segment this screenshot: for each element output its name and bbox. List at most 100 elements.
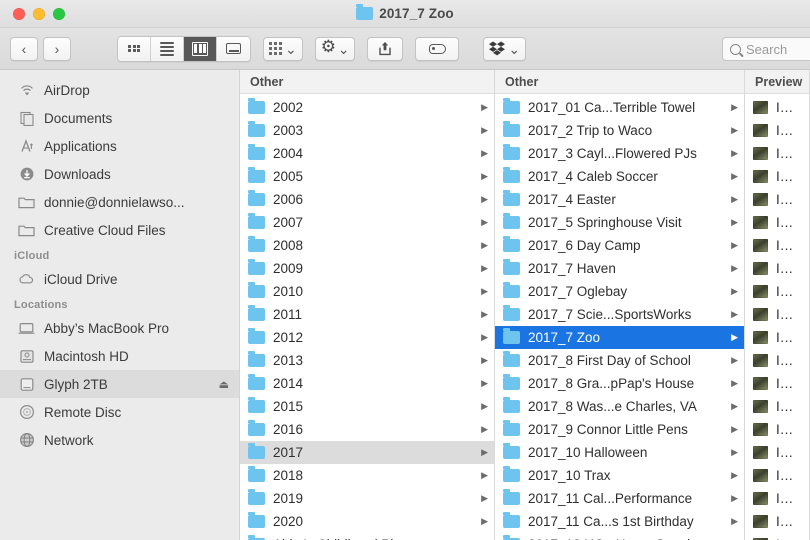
list-item[interactable]: 2010 ▶ — [240, 280, 494, 303]
sidebar-item-downloads[interactable]: Downloads — [0, 160, 239, 188]
list-item[interactable]: 2017_3 Cayl...Flowered PJs ▶ — [495, 142, 744, 165]
sidebar-item-glyph-2tb[interactable]: Glyph 2TB ⏏ — [0, 370, 239, 398]
list-item[interactable]: 2017_4 Easter ▶ — [495, 188, 744, 211]
list-item[interactable]: 2017_5 Springhouse Visit ▶ — [495, 211, 744, 234]
list-item[interactable]: 2019 ▶ — [240, 487, 494, 510]
action-menu-button[interactable]: ⌄ — [314, 36, 356, 61]
disclosure-arrow-icon[interactable]: ▶ — [481, 102, 488, 113]
dropbox-button[interactable]: ⌄ — [483, 36, 527, 61]
disclosure-arrow-icon[interactable]: ▶ — [731, 401, 738, 412]
list-item[interactable]: IMG_ — [745, 487, 809, 510]
sidebar-item-airdrop[interactable]: AirDrop — [0, 76, 239, 104]
list-item[interactable]: 2017_9 Connor Little Pens ▶ — [495, 418, 744, 441]
tag-button[interactable] — [415, 36, 460, 61]
disclosure-arrow-icon[interactable]: ▶ — [481, 125, 488, 136]
list-item[interactable]: IMG_ — [745, 464, 809, 487]
list-item[interactable]: IMG_ — [745, 142, 809, 165]
sidebar-item-remote-disc[interactable]: Remote Disc — [0, 398, 239, 426]
list-item[interactable]: IMG_ — [745, 418, 809, 441]
disclosure-arrow-icon[interactable]: ▶ — [481, 171, 488, 182]
group-by-button[interactable]: ⌄ — [263, 36, 303, 61]
list-item[interactable]: 2003 ▶ — [240, 119, 494, 142]
list-item[interactable]: IMG_ — [745, 510, 809, 533]
column-view-button[interactable] — [184, 36, 217, 61]
sidebar-item-creative-cloud-files[interactable]: Creative Cloud Files — [0, 216, 239, 244]
list-item[interactable]: IMG_ — [745, 211, 809, 234]
list-item[interactable]: 2007 ▶ — [240, 211, 494, 234]
disclosure-arrow-icon[interactable]: ▶ — [481, 516, 488, 527]
list-item[interactable]: 2017_6 Day Camp ▶ — [495, 234, 744, 257]
list-item[interactable]: IMG_ — [745, 326, 809, 349]
list-item[interactable]: 2017_7 Oglebay ▶ — [495, 280, 744, 303]
list-item[interactable]: IMG_ — [745, 349, 809, 372]
list-item[interactable]: IMG_ — [745, 96, 809, 119]
list-item[interactable]: IMG_ — [745, 441, 809, 464]
disclosure-arrow-icon[interactable]: ▶ — [731, 263, 738, 274]
disclosure-arrow-icon[interactable]: ▶ — [731, 516, 738, 527]
list-item[interactable]: IMG_ — [745, 533, 809, 540]
list-item[interactable]: 2020 ▶ — [240, 510, 494, 533]
list-item[interactable]: IMG_ — [745, 119, 809, 142]
list-item[interactable]: IMG_ — [745, 234, 809, 257]
eject-icon[interactable]: ⏏ — [219, 378, 229, 391]
sidebar-item-donnie-home[interactable]: donnie@donnielawso... — [0, 188, 239, 216]
list-item[interactable]: 2017_2 Trip to Waco ▶ — [495, 119, 744, 142]
column-2-list[interactable]: 2017_01 Ca...Terrible Towel ▶ 2017_2 Trip … — [495, 94, 744, 540]
disclosure-arrow-icon[interactable]: ▶ — [731, 194, 738, 205]
list-item[interactable]: 2014 ▶ — [240, 372, 494, 395]
list-item[interactable]: IMG_ — [745, 165, 809, 188]
sidebar-item-macintosh-hd[interactable]: Macintosh HD — [0, 342, 239, 370]
close-button[interactable] — [13, 7, 25, 20]
list-item[interactable]: 2009 ▶ — [240, 257, 494, 280]
disclosure-arrow-icon[interactable]: ▶ — [731, 286, 738, 297]
list-item[interactable]: 2018 ▶ — [240, 464, 494, 487]
disclosure-arrow-icon[interactable]: ▶ — [481, 263, 488, 274]
list-item[interactable]: 2017_4 Caleb Soccer ▶ — [495, 165, 744, 188]
disclosure-arrow-icon[interactable]: ▶ — [731, 447, 738, 458]
list-item[interactable]: 2017_12 HG...Home Seattle▶ — [495, 533, 744, 540]
list-item[interactable]: 2017_8 Gra...pPap's House ▶ — [495, 372, 744, 395]
disclosure-arrow-icon[interactable]: ▶ — [481, 148, 488, 159]
zoom-button[interactable] — [53, 7, 65, 20]
disclosure-arrow-icon[interactable]: ▶ — [731, 424, 738, 435]
disclosure-arrow-icon[interactable]: ▶ — [731, 148, 738, 159]
list-item[interactable]: 2017_7 Scie...SportsWorks ▶ — [495, 303, 744, 326]
back-button[interactable]: ‹ — [10, 36, 38, 61]
disclosure-arrow-icon[interactable]: ▶ — [731, 240, 738, 251]
gallery-view-button[interactable] — [217, 36, 250, 61]
list-item[interactable]: IMG_ — [745, 395, 809, 418]
disclosure-arrow-icon[interactable]: ▶ — [481, 286, 488, 297]
search-field[interactable]: Search — [722, 37, 810, 61]
list-item[interactable]: IMG_ — [745, 372, 809, 395]
list-item[interactable]: 2017_11 Ca...s 1st Birthday ▶ — [495, 510, 744, 533]
column-1-list[interactable]: 2002 ▶ 2003 ▶ 2004 ▶ 2005 ▶ 2006 ▶ 2007 ▶ 2008 ▶ 2009 ▶… — [240, 94, 494, 540]
list-item[interactable]: 2013 ▶ — [240, 349, 494, 372]
sidebar-item-applications[interactable]: Applications — [0, 132, 239, 160]
list-item[interactable]: 2017_7 Zoo ▶ — [495, 326, 744, 349]
list-item[interactable]: 2017 ▶ — [240, 441, 494, 464]
list-item[interactable]: 2017_10 Trax ▶ — [495, 464, 744, 487]
disclosure-arrow-icon[interactable]: ▶ — [481, 240, 488, 251]
share-button[interactable] — [367, 36, 404, 61]
disclosure-arrow-icon[interactable]: ▶ — [481, 378, 488, 389]
disclosure-arrow-icon[interactable]: ▶ — [481, 470, 488, 481]
disclosure-arrow-icon[interactable]: ▶ — [481, 332, 488, 343]
list-item[interactable]: 2017_8 Was...e Charles, VA ▶ — [495, 395, 744, 418]
list-item[interactable]: Abby's Childhood Photos▶ — [240, 533, 494, 540]
list-item[interactable]: 2017_01 Ca...Terrible Towel ▶ — [495, 96, 744, 119]
disclosure-arrow-icon[interactable]: ▶ — [731, 378, 738, 389]
list-item[interactable]: 2016 ▶ — [240, 418, 494, 441]
list-item[interactable]: IMG_ — [745, 280, 809, 303]
list-item[interactable]: 2002 ▶ — [240, 96, 494, 119]
disclosure-arrow-icon[interactable]: ▶ — [731, 332, 738, 343]
sidebar-item-documents[interactable]: Documents — [0, 104, 239, 132]
list-item[interactable]: 2004 ▶ — [240, 142, 494, 165]
sidebar-item-abbys-macbook-pro[interactable]: Abby’s MacBook Pro — [0, 314, 239, 342]
list-item[interactable]: 2008 ▶ — [240, 234, 494, 257]
disclosure-arrow-icon[interactable]: ▶ — [481, 194, 488, 205]
disclosure-arrow-icon[interactable]: ▶ — [731, 309, 738, 320]
list-item[interactable]: IMG_ — [745, 303, 809, 326]
disclosure-arrow-icon[interactable]: ▶ — [481, 309, 488, 320]
disclosure-arrow-icon[interactable]: ▶ — [481, 401, 488, 412]
forward-button[interactable]: › — [43, 36, 71, 61]
